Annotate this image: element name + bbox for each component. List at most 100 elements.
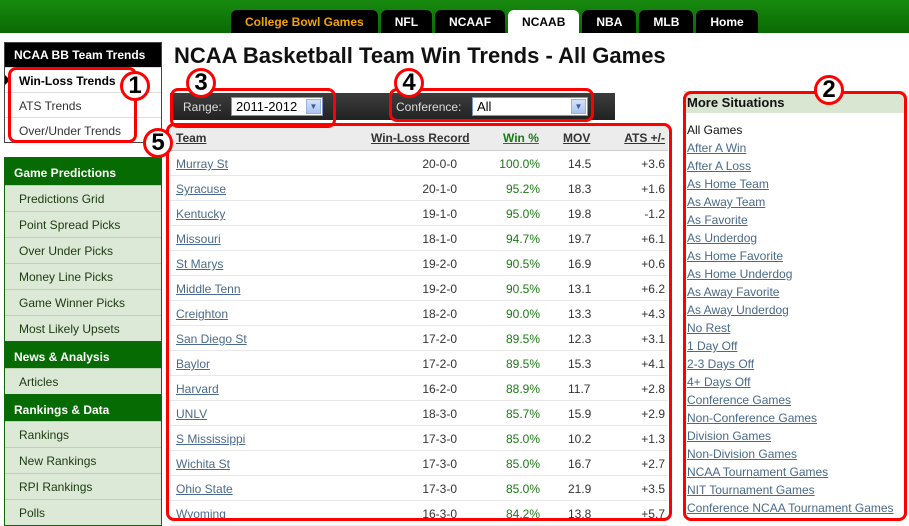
situation-link[interactable]: NCAA Tournament Games (687, 465, 903, 483)
sidebar-item-articles[interactable]: Articles (5, 368, 161, 394)
situation-link[interactable]: After A Loss (687, 159, 903, 177)
ats-value: +0.6 (641, 257, 665, 271)
win-pct: 90.5% (505, 257, 540, 271)
mov-value: 15.9 (568, 407, 592, 421)
ats-value: +2.8 (641, 382, 665, 396)
tab-ncaab[interactable]: NCAAB (508, 10, 580, 33)
situation-link[interactable]: After A Win (687, 141, 903, 159)
situation-link[interactable]: 2-3 Days Off (687, 357, 903, 375)
win-loss-record: 17-2-0 (422, 332, 457, 346)
ats-value: +3.5 (641, 482, 665, 496)
sidebar-item-label: Win-Loss Trends (19, 74, 116, 88)
win-trends-table: Team Win-Loss Record Win % MOV ATS +/- M… (170, 124, 668, 526)
chevron-down-icon: ▼ (306, 99, 321, 114)
situation-link[interactable]: Division Games (687, 429, 903, 447)
sidebar-item-rpi-rankings[interactable]: RPI Rankings (5, 473, 161, 499)
mov-value: 18.3 (568, 182, 592, 196)
conference-select-value: All (477, 99, 492, 114)
tab-mlb[interactable]: MLB (639, 10, 694, 33)
team-link[interactable]: Creighton (176, 307, 228, 321)
sidebar-item-most-likely-upsets[interactable]: Most Likely Upsets (5, 315, 161, 341)
sidebar-item-win-loss-trends[interactable]: Win-Loss Trends (5, 67, 161, 92)
table-row: Creighton 18-2-0 90.0% 13.3 +4.3 (170, 301, 668, 326)
section-heading-news-analysis: News & Analysis (5, 341, 161, 368)
situation-current: All Games (687, 123, 743, 137)
table-row: Wichita St 17-3-0 85.0% 16.7 +2.7 (170, 451, 668, 476)
column-header-team[interactable]: Team (176, 131, 206, 145)
table-row: St Marys 19-2-0 90.5% 16.9 +0.6 (170, 251, 668, 276)
win-loss-record: 18-1-0 (422, 232, 457, 246)
column-header-win-pct[interactable]: Win % (503, 131, 539, 145)
sidebar-item-over-under-picks[interactable]: Over Under Picks (5, 237, 161, 263)
mov-value: 12.3 (568, 332, 592, 346)
table-row: Kentucky 19-1-0 95.0% 19.8 -1.2 (170, 201, 668, 226)
win-loss-record: 17-2-0 (422, 357, 457, 371)
situation-link[interactable]: As Underdog (687, 231, 903, 249)
tab-college-bowl-games[interactable]: College Bowl Games (231, 10, 378, 33)
sidebar-item-predictions-grid[interactable]: Predictions Grid (5, 185, 161, 211)
column-header-mov[interactable]: MOV (563, 131, 590, 145)
conference-select[interactable]: All ▼ (472, 97, 588, 116)
tab-nfl[interactable]: NFL (380, 10, 433, 33)
sidebar-item-point-spread-picks[interactable]: Point Spread Picks (5, 211, 161, 237)
situation-link[interactable]: As Home Team (687, 177, 903, 195)
situation-link[interactable]: No Rest (687, 321, 903, 339)
team-link[interactable]: Ohio State (176, 482, 233, 496)
tab-nba[interactable]: NBA (582, 10, 637, 33)
sidebar-item-ats-trends[interactable]: ATS Trends (5, 92, 161, 117)
situation-link[interactable]: As Away Underdog (687, 303, 903, 321)
situation-link[interactable]: Non-Division Games (687, 447, 903, 465)
ats-value: +1.3 (641, 432, 665, 446)
sidebar-item-rankings[interactable]: Rankings (5, 421, 161, 447)
tab-ncaaf[interactable]: NCAAF (435, 10, 506, 33)
team-link[interactable]: Murray St (176, 157, 228, 171)
situation-link[interactable]: Conference Games (687, 393, 903, 411)
team-link[interactable]: Harvard (176, 382, 219, 396)
situation-link[interactable]: As Away Favorite (687, 285, 903, 303)
win-pct: 89.5% (505, 332, 540, 346)
sidebar-item-polls[interactable]: Polls (5, 499, 161, 525)
filter-bar: Range: 2011-2012 ▼ Conference: All ▼ (170, 93, 615, 120)
mov-value: 19.8 (568, 207, 592, 221)
team-link[interactable]: Middle Tenn (176, 282, 241, 296)
team-link[interactable]: Wyoming (176, 507, 226, 521)
team-link[interactable]: Wichita St (176, 457, 230, 471)
column-header-ats[interactable]: ATS +/- (624, 131, 665, 145)
sidebar-item-new-rankings[interactable]: New Rankings (5, 447, 161, 473)
situation-link[interactable]: As Away Team (687, 195, 903, 213)
team-link[interactable]: Kentucky (176, 207, 225, 221)
team-link[interactable]: Syracuse (176, 182, 226, 196)
situation-link[interactable]: Conference NCAA Tournament Games (687, 501, 903, 519)
more-situations-heading: More Situations (684, 91, 906, 113)
win-loss-record: 19-2-0 (422, 282, 457, 296)
team-link[interactable]: Missouri (176, 232, 221, 246)
win-pct: 85.0% (505, 457, 540, 471)
table-row: UNLV 18-3-0 85.7% 15.9 +2.9 (170, 401, 668, 426)
sidebar-item-game-winner-picks[interactable]: Game Winner Picks (5, 289, 161, 315)
column-header-win-loss-record[interactable]: Win-Loss Record (371, 131, 470, 145)
mov-value: 21.9 (568, 482, 592, 496)
situation-link[interactable]: 1 Day Off (687, 339, 903, 357)
team-link[interactable]: Baylor (176, 357, 210, 371)
situation-link[interactable]: NIT Tournament Games (687, 483, 903, 501)
team-link[interactable]: St Marys (176, 257, 223, 271)
team-link[interactable]: S Mississippi (176, 432, 245, 446)
team-link[interactable]: UNLV (176, 407, 207, 421)
sidebar-item-money-line-picks[interactable]: Money Line Picks (5, 263, 161, 289)
win-pct: 84.2% (505, 507, 540, 521)
top-nav-bar: College Bowl Games NFL NCAAF NCAAB NBA M… (0, 0, 909, 33)
ats-value: +4.1 (641, 357, 665, 371)
situation-link[interactable]: 4+ Days Off (687, 375, 903, 393)
table-row: Harvard 16-2-0 88.9% 11.7 +2.8 (170, 376, 668, 401)
situation-link[interactable]: Non-Conference Games (687, 411, 903, 429)
team-link[interactable]: San Diego St (176, 332, 247, 346)
sidebar-item-over-under-trends[interactable]: Over/Under Trends (5, 117, 161, 142)
situation-link[interactable]: As Home Underdog (687, 267, 903, 285)
section-heading-game-predictions: Game Predictions (5, 158, 161, 185)
sidebar-nav: Game Predictions Predictions Grid Point … (4, 157, 162, 526)
situation-link[interactable]: As Favorite (687, 213, 903, 231)
table-body: Murray St 20-0-0 100.0% 14.5 +3.6 Syracuse 20-… (170, 151, 668, 526)
range-select[interactable]: 2011-2012 ▼ (231, 97, 323, 116)
situation-link[interactable]: As Home Favorite (687, 249, 903, 267)
tab-home[interactable]: Home (696, 10, 758, 33)
